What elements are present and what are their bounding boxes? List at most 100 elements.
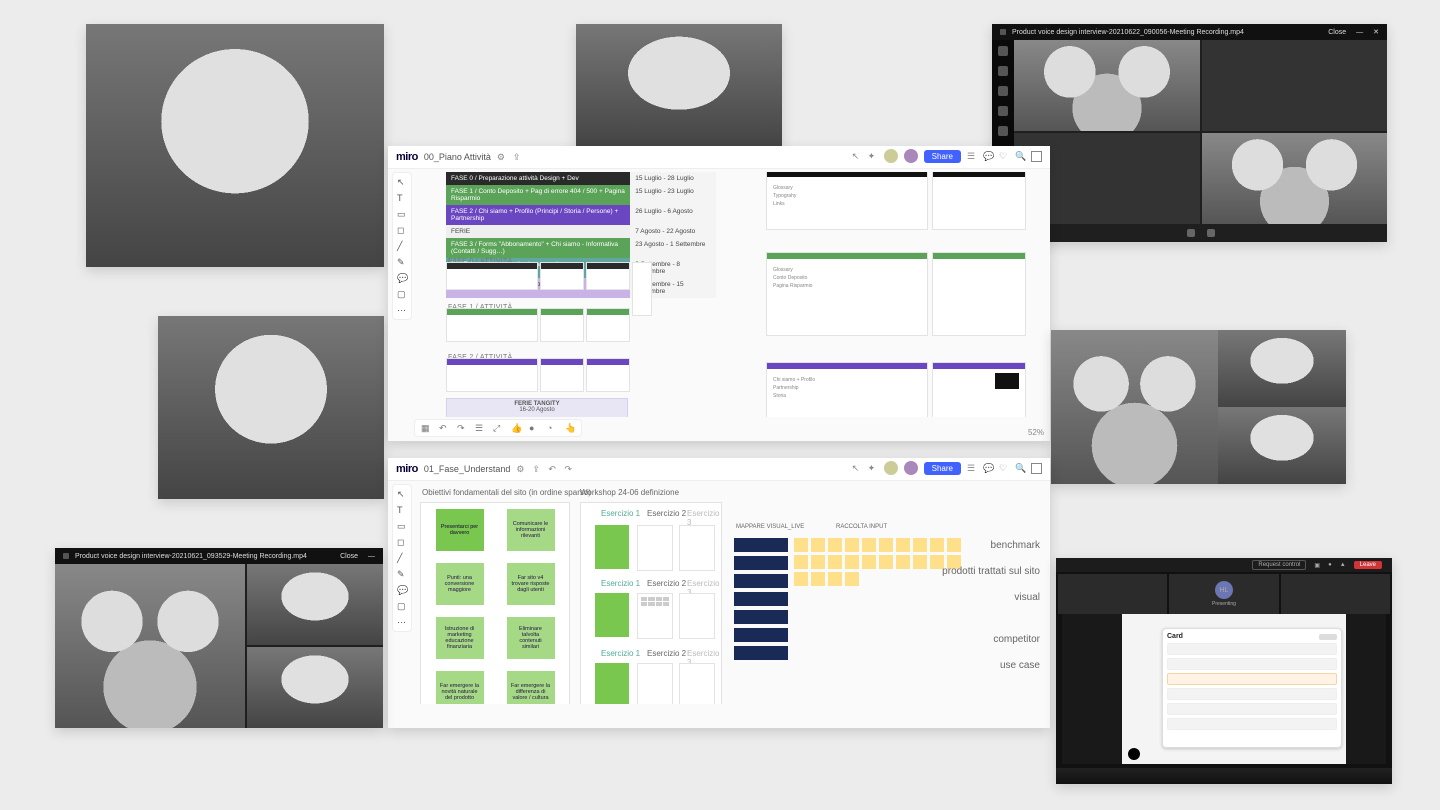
reaction-icon[interactable]: ♡ — [999, 463, 1009, 473]
avatar-2[interactable] — [904, 461, 918, 475]
pen-tool-icon[interactable]: ✎ — [397, 257, 407, 267]
comment-tool-icon[interactable]: 💬 — [397, 273, 407, 283]
sticky[interactable]: Istruzione di marketing educazione finan… — [436, 617, 484, 659]
more-tool-icon[interactable]: ⋯ — [397, 617, 407, 627]
miro-board-plan: miro 00_Piano Attività ⚙ ⇪ ↖ ✦ Share ☰ 💬… — [388, 146, 1050, 441]
text-tool-icon[interactable]: T — [397, 193, 407, 203]
sticky-tool-icon[interactable]: ▭ — [397, 521, 407, 531]
select-tool-icon[interactable]: ↖ — [397, 177, 407, 187]
thumbs-icon[interactable]: 👍 — [511, 423, 521, 433]
calls-icon[interactable] — [998, 126, 1008, 136]
miro-canvas-2[interactable]: Obiettivi fondamentali del sito (in ordi… — [416, 484, 1044, 704]
pause-icon[interactable] — [1207, 229, 1215, 237]
obj-heading: Obiettivi fondamentali del sito (in ordi… — [422, 488, 591, 497]
miro-header: miro 00_Piano Attività ⚙ ⇪ ↖ ✦ Share ☰ 💬… — [388, 146, 1050, 169]
teams-figma-share: Request control ▣ ● ▲ Leave HL Presentin… — [1056, 558, 1392, 784]
redo-icon[interactable]: ↷ — [564, 464, 574, 474]
mic-icon[interactable]: ● — [1328, 562, 1332, 568]
record-icon[interactable]: ● — [529, 423, 539, 433]
minimize-icon[interactable]: — — [368, 553, 375, 560]
line-tool-icon[interactable]: ╱ — [397, 241, 407, 251]
miro-logo: miro — [396, 463, 418, 475]
minimize-icon[interactable]: — — [1356, 29, 1363, 36]
label-visual: visual — [1014, 592, 1040, 603]
miro-canvas[interactable]: FASE 0 / Preparazione attività Design + … — [416, 172, 1044, 417]
sticky[interactable]: Far emergere la differenza di valore / c… — [507, 671, 555, 704]
more-tool-icon[interactable]: ⋯ — [397, 305, 407, 315]
search-icon[interactable]: 🔍 — [1015, 463, 1025, 473]
share-icon[interactable]: ▲ — [1340, 562, 1346, 568]
camera-icon[interactable]: ▣ — [1314, 562, 1320, 569]
undo-icon[interactable]: ↶ — [439, 423, 449, 433]
photo-home-monitor — [158, 316, 384, 499]
close-button[interactable]: Close — [1328, 29, 1346, 36]
line-tool-icon[interactable]: ╱ — [397, 553, 407, 563]
sticky[interactable]: Presentarci per davvero — [436, 509, 484, 551]
sticky[interactable]: Far sito v4 trovare risposte dagli utent… — [507, 563, 555, 605]
close-icon[interactable]: ✕ — [1373, 28, 1379, 36]
board-title[interactable]: 00_Piano Attività — [424, 152, 491, 162]
miro-toolbar-2: ↖ T ▭ ◻ ╱ ✎ 💬 ▢ ⋯ — [392, 484, 412, 632]
zoom-level[interactable]: 52% — [1028, 428, 1044, 437]
map-icon[interactable]: ☰ — [475, 423, 485, 433]
play-icon[interactable] — [1187, 229, 1195, 237]
frames-icon[interactable]: ▦ — [421, 423, 431, 433]
close-button[interactable]: Close — [340, 553, 358, 560]
cursor-icon[interactable]: ↖ — [852, 463, 862, 473]
miro-board-understand: miro 01_Fase_Understand ⚙ ⇪ ↶ ↷ ↖ ✦ Shar… — [388, 458, 1050, 728]
request-control[interactable]: Request control — [1252, 560, 1306, 570]
redo-icon[interactable]: ↷ — [457, 423, 467, 433]
reaction-icon[interactable]: ♡ — [999, 151, 1009, 161]
share-button[interactable]: Share — [924, 150, 961, 163]
avatar-2[interactable] — [904, 149, 918, 163]
share-button[interactable]: Share — [924, 462, 961, 475]
shape-tool-icon[interactable]: ◻ — [397, 537, 407, 547]
search-icon[interactable]: 🔍 — [1015, 151, 1025, 161]
text-tool-icon[interactable]: T — [397, 505, 407, 515]
export-icon[interactable]: ⇪ — [532, 464, 542, 474]
participant-strip: HL Presenting — [1056, 572, 1392, 616]
teams-recording-2: Product voice design interview-20210621_… — [55, 548, 383, 728]
sticky-tool-icon[interactable]: ▭ — [397, 209, 407, 219]
frame-tool-icon[interactable]: ▢ — [397, 289, 407, 299]
settings-icon[interactable]: ⚙ — [497, 152, 507, 162]
activity-icon[interactable] — [998, 46, 1008, 56]
bell-icon[interactable]: ☰ — [967, 463, 977, 473]
window-menu-icon[interactable] — [1000, 29, 1006, 35]
sticky[interactable]: Punti: una conversione maggiore — [436, 563, 484, 605]
video-grid — [1014, 40, 1387, 224]
board-title-2[interactable]: 01_Fase_Understand — [424, 464, 511, 474]
calendar-icon[interactable] — [998, 106, 1008, 116]
sticky[interactable]: Comunicare le informazioni rilevanti — [507, 509, 555, 551]
undo-icon[interactable]: ↶ — [548, 464, 558, 474]
settings-icon[interactable]: ⚙ — [516, 464, 526, 474]
grid-icon[interactable] — [1031, 151, 1042, 162]
sparkle-icon[interactable]: ✦ — [868, 151, 878, 161]
grid-icon[interactable] — [1031, 463, 1042, 474]
comment-tool-icon[interactable]: 💬 — [397, 585, 407, 595]
mac-dock — [1056, 768, 1392, 784]
comment-icon[interactable]: 💬 — [983, 151, 993, 161]
pen-tool-icon[interactable]: ✎ — [397, 569, 407, 579]
frame-tool-icon[interactable]: ▢ — [397, 601, 407, 611]
teams-icon[interactable] — [998, 86, 1008, 96]
zoom-fit-icon[interactable]: ⤢ — [493, 423, 503, 433]
pointer-icon[interactable]: 👆 — [565, 423, 575, 433]
select-tool-icon[interactable]: ↖ — [397, 489, 407, 499]
avatar-1[interactable] — [884, 461, 898, 475]
ws-heading: Workshop 24-06 definizione — [580, 488, 679, 497]
bell-icon[interactable]: ☰ — [967, 151, 977, 161]
shape-tool-icon[interactable]: ◻ — [397, 225, 407, 235]
sparkle-icon[interactable]: ✦ — [868, 463, 878, 473]
window-menu-icon[interactable] — [63, 553, 69, 559]
sticky[interactable]: Eliminare talvolta contenuti similari — [507, 617, 555, 659]
comment-icon[interactable]: 💬 — [983, 463, 993, 473]
leave-button[interactable]: Leave — [1354, 561, 1382, 569]
export-icon[interactable]: ⇪ — [513, 152, 523, 162]
photo-team-desk — [86, 24, 384, 267]
sticky[interactable]: Far emergere la novità naturale del prod… — [436, 671, 484, 704]
timer-icon[interactable]: ◔ — [547, 423, 557, 433]
cursor-icon[interactable]: ↖ — [852, 151, 862, 161]
avatar-1[interactable] — [884, 149, 898, 163]
chat-icon[interactable] — [998, 66, 1008, 76]
